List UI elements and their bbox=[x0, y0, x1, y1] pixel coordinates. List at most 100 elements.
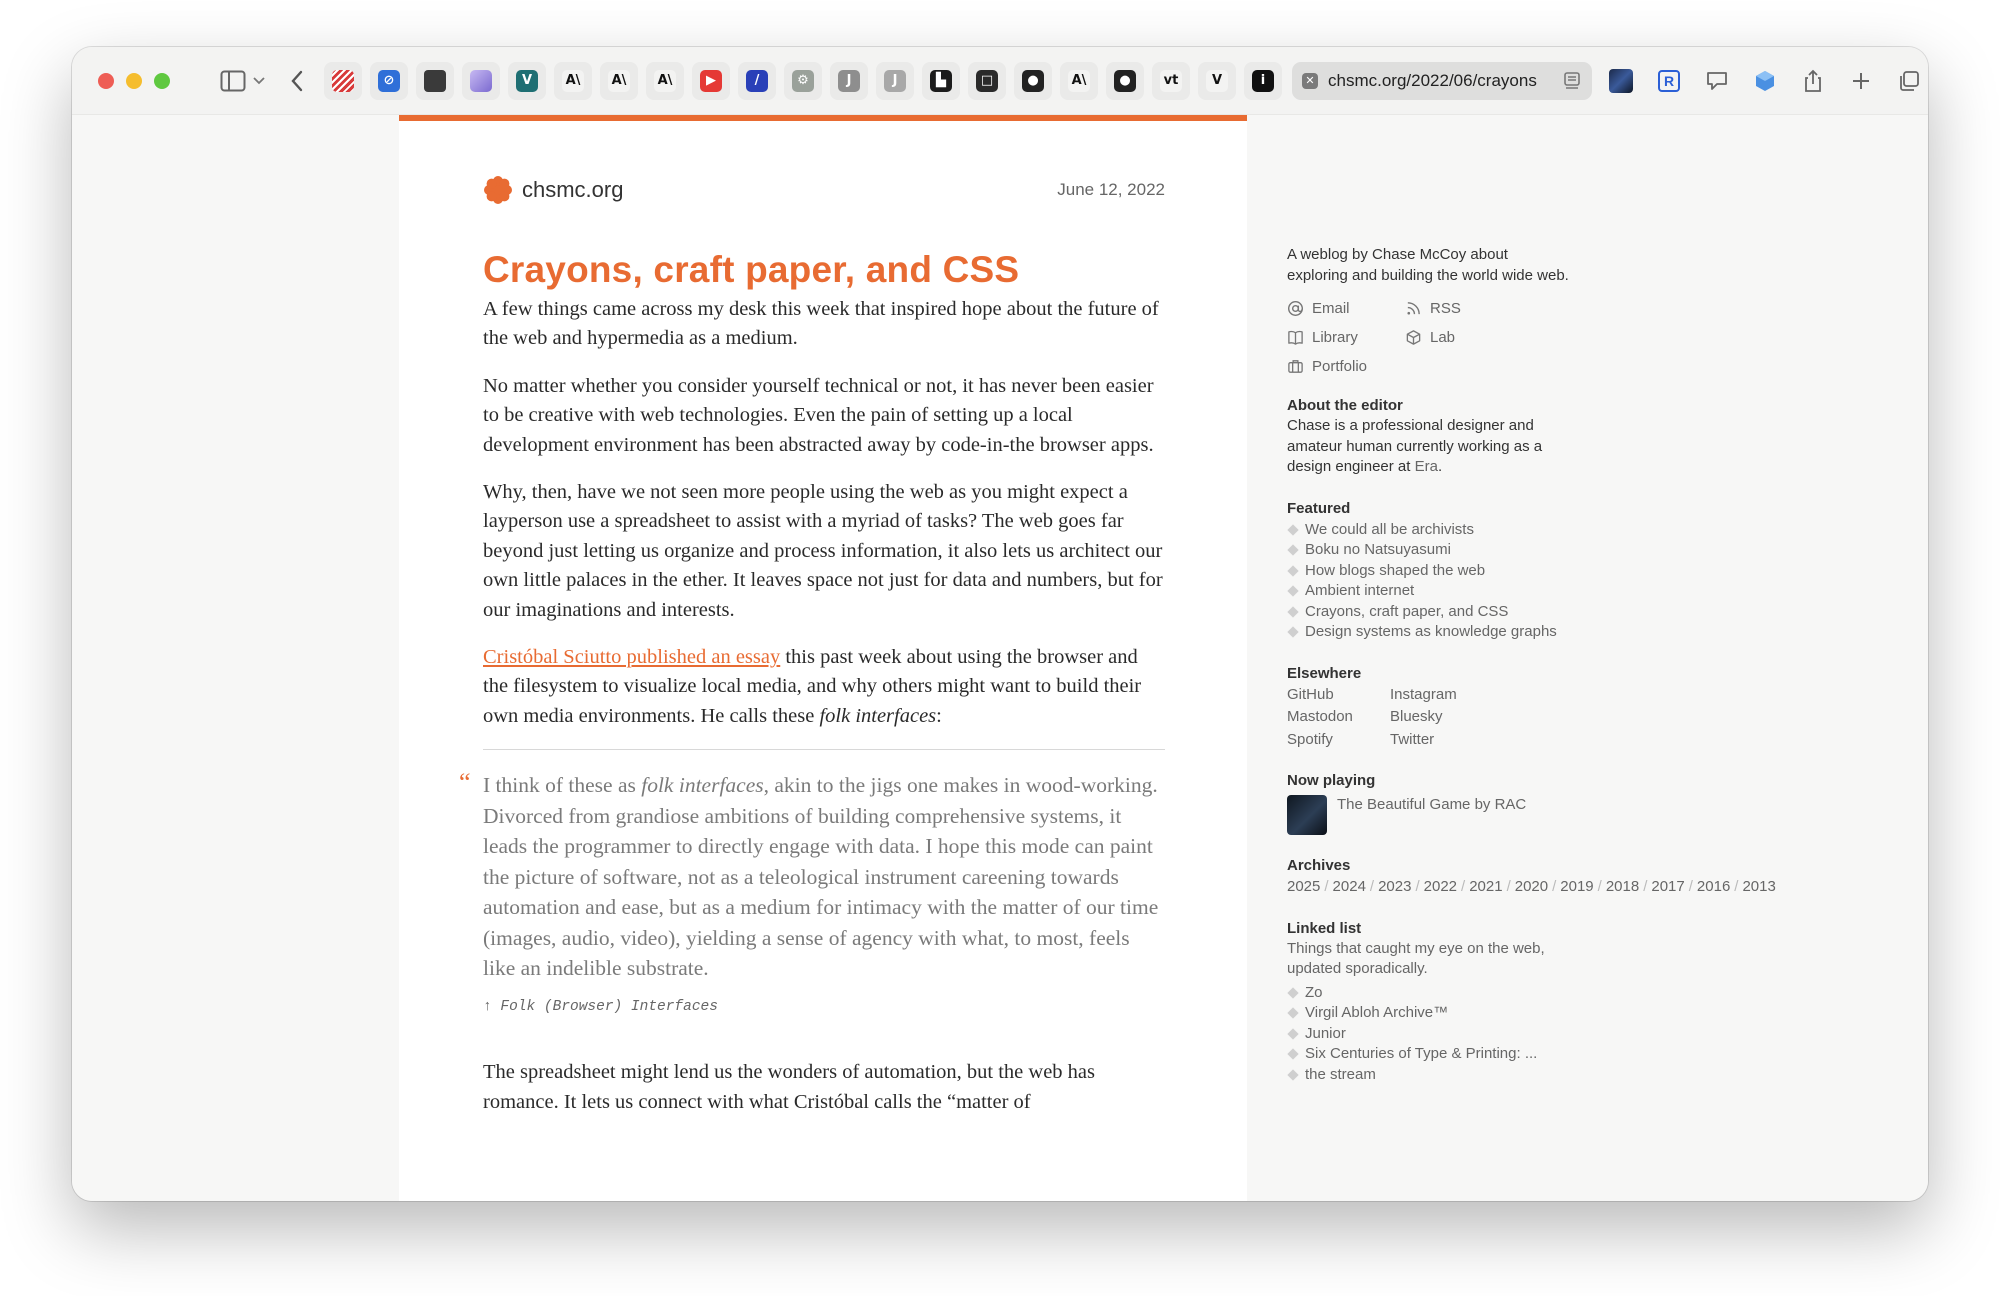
pinned-tab[interactable]: V bbox=[1198, 61, 1236, 100]
linked-list: Zo Virgil Abloh Archive™ Junior Six Centuri… bbox=[1287, 983, 1569, 1086]
pinned-tab[interactable]: vt bbox=[1152, 61, 1190, 100]
window-controls bbox=[98, 72, 170, 89]
pinned-tab[interactable] bbox=[324, 61, 362, 100]
extension-chat-icon[interactable] bbox=[1698, 62, 1736, 100]
linked-item[interactable]: Virgil Abloh Archive™ bbox=[1287, 1003, 1569, 1024]
at-icon bbox=[1287, 300, 1304, 317]
archive-year-link[interactable]: 2018 bbox=[1606, 878, 1639, 895]
about-heading: About the editor bbox=[1287, 397, 1403, 414]
pinned-tab[interactable]: ⊘ bbox=[370, 61, 408, 100]
chevron-down-icon[interactable] bbox=[252, 66, 267, 96]
site-name-link[interactable]: chsmc.org bbox=[522, 177, 623, 203]
pinned-tab[interactable]: ▶ bbox=[692, 61, 730, 100]
now-playing[interactable]: The Beautiful Game by RAC bbox=[1287, 795, 1569, 835]
pinned-tab[interactable]: i bbox=[1244, 61, 1282, 100]
featured-item[interactable]: We could all be archivists bbox=[1287, 520, 1569, 541]
pinned-tab[interactable]: □ bbox=[968, 61, 1006, 100]
featured-item[interactable]: How blogs shaped the web bbox=[1287, 561, 1569, 582]
extension-photo-icon[interactable] bbox=[1602, 62, 1640, 100]
archive-separator: / bbox=[1734, 878, 1739, 895]
reader-mode-icon[interactable] bbox=[1562, 71, 1582, 91]
archive-year-link[interactable]: 2025 bbox=[1287, 878, 1320, 895]
book-icon bbox=[1288, 330, 1303, 345]
j-icon: J bbox=[884, 69, 906, 92]
url-text[interactable]: chsmc.org/2022/06/crayons bbox=[1328, 71, 1552, 91]
archive-year-link[interactable]: 2021 bbox=[1469, 878, 1502, 895]
extension-r-icon[interactable]: R bbox=[1650, 62, 1688, 100]
elsewhere-heading: Elsewhere bbox=[1287, 664, 1362, 682]
quote-citation-link[interactable]: ↑ Folk (Browser) Interfaces bbox=[483, 992, 1165, 1023]
pinned-tab[interactable]: / bbox=[738, 61, 776, 100]
pinned-tab[interactable]: ▙ bbox=[922, 61, 960, 100]
archive-year-link[interactable]: 2017 bbox=[1651, 878, 1684, 895]
anthropic-icon: A\ bbox=[654, 69, 676, 92]
paragraph: Cristóbal Sciutto published an essay thi… bbox=[483, 646, 1142, 727]
elsewhere-link[interactable]: Mastodon bbox=[1287, 707, 1390, 728]
portfolio-link[interactable]: Portfolio bbox=[1287, 358, 1405, 375]
rss-link[interactable]: RSS bbox=[1405, 300, 1523, 317]
featured-item[interactable]: Design systems as knowledge graphs bbox=[1287, 622, 1569, 643]
archive-year-link[interactable]: 2022 bbox=[1424, 878, 1457, 895]
featured-item[interactable]: Ambient internet bbox=[1287, 581, 1569, 602]
paragraph: The spreadsheet might lend us the wonder… bbox=[483, 1061, 1096, 1113]
archive-year-link[interactable]: 2016 bbox=[1697, 878, 1730, 895]
featured-item[interactable]: Crayons, craft paper, and CSS bbox=[1287, 602, 1569, 623]
linked-item[interactable]: Zo bbox=[1287, 983, 1569, 1004]
lab-link[interactable]: Lab bbox=[1405, 329, 1523, 346]
close-window-button[interactable] bbox=[98, 72, 114, 89]
pinned-tab[interactable]: A\ bbox=[646, 61, 684, 100]
pinned-tab[interactable]: A\ bbox=[600, 61, 638, 100]
featured-heading: Featured bbox=[1287, 499, 1351, 517]
elsewhere-link[interactable]: Bluesky bbox=[1390, 707, 1510, 728]
pinned-tab[interactable]: J bbox=[830, 61, 868, 100]
pinned-tab[interactable]: A\ bbox=[554, 61, 592, 100]
tab-overview-icon[interactable] bbox=[1890, 62, 1928, 100]
address-bar[interactable]: ✕ chsmc.org/2022/06/crayons bbox=[1292, 61, 1592, 100]
pinned-tab[interactable]: J bbox=[876, 61, 914, 100]
linked-item[interactable]: Six Centuries of Type & Printing: ... bbox=[1287, 1044, 1569, 1065]
archive-year-link[interactable]: 2020 bbox=[1515, 878, 1548, 895]
essay-link[interactable]: Cristóbal Sciutto published an essay bbox=[483, 646, 780, 668]
linked-list-description: Things that caught my eye on the web, up… bbox=[1287, 939, 1545, 978]
zoom-window-button[interactable] bbox=[154, 72, 170, 89]
info-icon: i bbox=[1252, 69, 1274, 92]
archive-year-link[interactable]: 2013 bbox=[1742, 878, 1775, 895]
elsewhere-link[interactable]: Twitter bbox=[1390, 730, 1510, 751]
flower-logo-icon[interactable] bbox=[483, 175, 513, 205]
pinned-tab[interactable]: ● bbox=[1106, 61, 1144, 100]
elsewhere-link[interactable]: Spotify bbox=[1287, 730, 1390, 751]
library-link[interactable]: Library bbox=[1287, 329, 1405, 346]
linked-item[interactable]: the stream bbox=[1287, 1065, 1569, 1086]
linked-item[interactable]: Junior bbox=[1287, 1024, 1569, 1045]
pinned-tab[interactable] bbox=[462, 61, 500, 100]
pinned-tab[interactable]: ⚙ bbox=[784, 61, 822, 100]
archive-year-link[interactable]: 2019 bbox=[1560, 878, 1593, 895]
now-playing-heading: Now playing bbox=[1287, 772, 1376, 789]
email-link[interactable]: Email bbox=[1287, 300, 1405, 317]
github-icon: ● bbox=[1114, 69, 1136, 92]
pinned-tab[interactable]: A\ bbox=[1060, 61, 1098, 100]
share-icon[interactable] bbox=[1794, 62, 1832, 100]
j-icon: J bbox=[838, 69, 860, 92]
extension-cube-icon[interactable] bbox=[1746, 62, 1784, 100]
featured-item[interactable]: Boku no Natsuyasumi bbox=[1287, 540, 1569, 561]
page-viewport[interactable]: chsmc.org June 12, 2022 Crayons, craft p… bbox=[72, 115, 1928, 1201]
blockquote: “ I think of these as folk interfaces, a… bbox=[459, 768, 1165, 1023]
archives-list: 2025/2024/2023/2022/2021/2020/2019/2018/… bbox=[1287, 877, 1776, 898]
sidebar-toggle-icon[interactable] bbox=[220, 66, 246, 96]
pinned-tab[interactable]: ● bbox=[1014, 61, 1052, 100]
archive-year-link[interactable]: 2023 bbox=[1378, 878, 1411, 895]
back-button[interactable] bbox=[285, 64, 310, 98]
page-favicon-icon: ✕ bbox=[1302, 72, 1318, 89]
pinned-tab[interactable] bbox=[416, 61, 454, 100]
era-link[interactable]: Era bbox=[1415, 458, 1438, 475]
new-tab-icon[interactable] bbox=[1842, 62, 1880, 100]
elsewhere-link[interactable]: GitHub bbox=[1287, 685, 1390, 706]
pinned-tab[interactable]: V bbox=[508, 61, 546, 100]
minimize-window-button[interactable] bbox=[126, 72, 142, 89]
now-playing-track[interactable]: The Beautiful Game by RAC bbox=[1337, 795, 1526, 835]
stack-icon bbox=[470, 69, 492, 92]
elsewhere-link[interactable]: Instagram bbox=[1390, 685, 1510, 706]
archive-year-link[interactable]: 2024 bbox=[1333, 878, 1366, 895]
toolbar-right: R bbox=[1602, 62, 1928, 100]
